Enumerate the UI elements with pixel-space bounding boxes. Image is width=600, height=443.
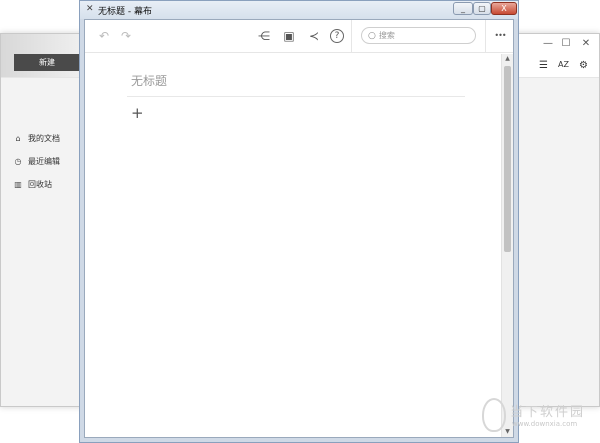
background-sidebar [1,78,81,406]
editor-titlebar[interactable]: ✕ 无标题 - 幕布 _ ▢ X [80,1,518,19]
sidebar-item-label: 我的文档 [28,134,60,143]
redo-icon[interactable]: ↷ [117,27,135,45]
trash-icon: ▥ [14,180,22,189]
more-icon[interactable]: ••• [491,27,509,45]
clock-icon: ◷ [14,157,22,166]
window-title: 无标题 - 幕布 [98,7,152,17]
vertical-scrollbar[interactable]: ▲ ▼ [501,54,513,437]
document-area: 无标题 + [85,54,501,437]
sidebar-item-trash[interactable]: ▥ 回收站 [12,179,52,190]
mindmap-icon[interactable]: ⋲ [255,27,273,45]
sort-az-icon[interactable]: AZ [558,60,569,69]
sidebar-item-label: 回收站 [28,180,52,189]
new-document-button[interactable]: 新建 [14,54,80,71]
document-title[interactable]: 无标题 [131,72,167,89]
watermark-url: www.downxia.com [512,420,578,428]
editor-client-area: ↶ ↷ ⋲ ▣ ≺ ? ○ ••• 无标题 + ▲ ▼ [84,19,514,438]
home-icon: ⌂ [15,134,21,143]
sidebar-item-label: 最近编辑 [28,157,60,166]
toolbar-divider [485,20,486,53]
minimize-button[interactable]: _ [453,2,473,15]
background-right-panel [515,78,599,406]
search-icon: ○ [368,30,376,41]
help-icon[interactable]: ? [330,29,344,43]
share-icon[interactable]: ≺ [305,27,323,45]
sidebar-item-recent[interactable]: ◷ 最近编辑 [12,156,61,167]
toolbar-divider [351,20,352,53]
editor-window: ✕ 无标题 - 幕布 _ ▢ X ↶ ↷ ⋲ ▣ ≺ ? ○ ••• 无标题 + [79,0,519,443]
scroll-up-icon[interactable]: ▲ [502,54,513,64]
watermark-text: 当下软件园 [510,405,586,420]
search-box[interactable]: ○ [361,27,476,44]
app-icon: ✕ [86,4,94,14]
search-input[interactable] [378,31,469,40]
presentation-icon[interactable]: ▣ [280,27,298,45]
sidebar-item-my-docs[interactable]: ⌂ 我的文档 [12,133,60,144]
undo-icon[interactable]: ↶ [95,27,113,45]
bg-minimize-button[interactable]: — [541,38,555,49]
bg-maximize-button[interactable]: ☐ [559,38,573,49]
title-divider [127,96,465,97]
watermark-logo [482,398,506,432]
bg-close-button[interactable]: ✕ [579,38,593,49]
list-icon[interactable]: ☰ [539,60,548,71]
scrollbar-thumb[interactable] [504,66,511,252]
gear-icon[interactable]: ⚙ [579,60,588,71]
editor-toolbar: ↶ ↷ ⋲ ▣ ≺ ? ○ ••• [85,20,513,53]
watermark: 当下软件园 www.downxia.com [482,396,594,440]
add-node-icon[interactable]: + [131,106,144,121]
close-button[interactable]: X [491,2,517,15]
maximize-button[interactable]: ▢ [473,2,491,15]
